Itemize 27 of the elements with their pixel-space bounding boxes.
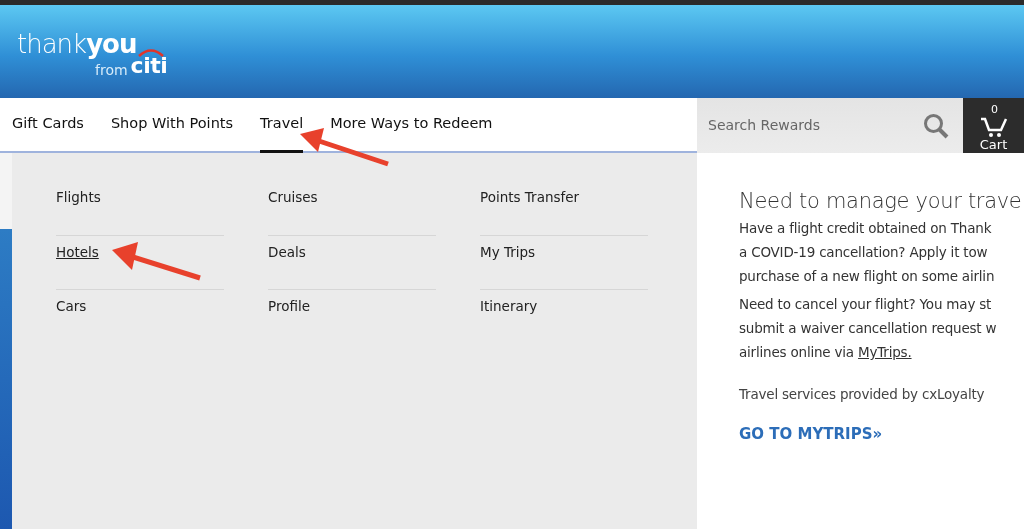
menu-link[interactable]: Cars (56, 290, 224, 345)
search-field[interactable]: Search Rewards (697, 98, 963, 153)
mytrips-cta-link[interactable]: GO TO MYTRIPS» (739, 423, 883, 446)
nav-tab[interactable]: Gift Cards (12, 98, 84, 153)
provider-note: Travel services provided by cxLoyalty (739, 385, 986, 405)
cart-icon (978, 116, 1009, 138)
body-text: purchase of a new flight on some airlin (739, 267, 996, 287)
body-text: airlines online via (739, 344, 855, 361)
body-text: Have a flight credit obtained on Thank (739, 219, 993, 239)
menu-link[interactable]: Points Transfer (480, 181, 648, 236)
menu-link[interactable]: Cruises (268, 181, 436, 236)
menu-link[interactable]: Profile (268, 290, 436, 345)
cart-count: 0 (991, 104, 999, 115)
nav-tab[interactable]: More Ways to Redeem (330, 98, 493, 153)
search-icon[interactable] (923, 112, 949, 139)
body-text: submit a waiver cancellation request w (739, 319, 998, 339)
menu-link[interactable]: Deals (268, 235, 436, 290)
menu-link[interactable]: Flights (56, 181, 224, 236)
mytrips-link[interactable]: MyTrips. (858, 344, 912, 361)
search-input[interactable]: Search Rewards (697, 114, 923, 137)
panel-heading: Need to manage your trave (739, 189, 1023, 215)
body-text: Need to cancel your flight? You may st (739, 295, 993, 315)
menu-link[interactable]: My Trips (480, 235, 648, 290)
menu-link[interactable]: Itinerary (480, 290, 648, 345)
nav-tab[interactable]: Shop With Points (110, 98, 234, 153)
cart-button[interactable]: 0 Cart (963, 98, 1024, 153)
body-text: a COVID-19 cancellation? Apply it tow (739, 243, 989, 263)
